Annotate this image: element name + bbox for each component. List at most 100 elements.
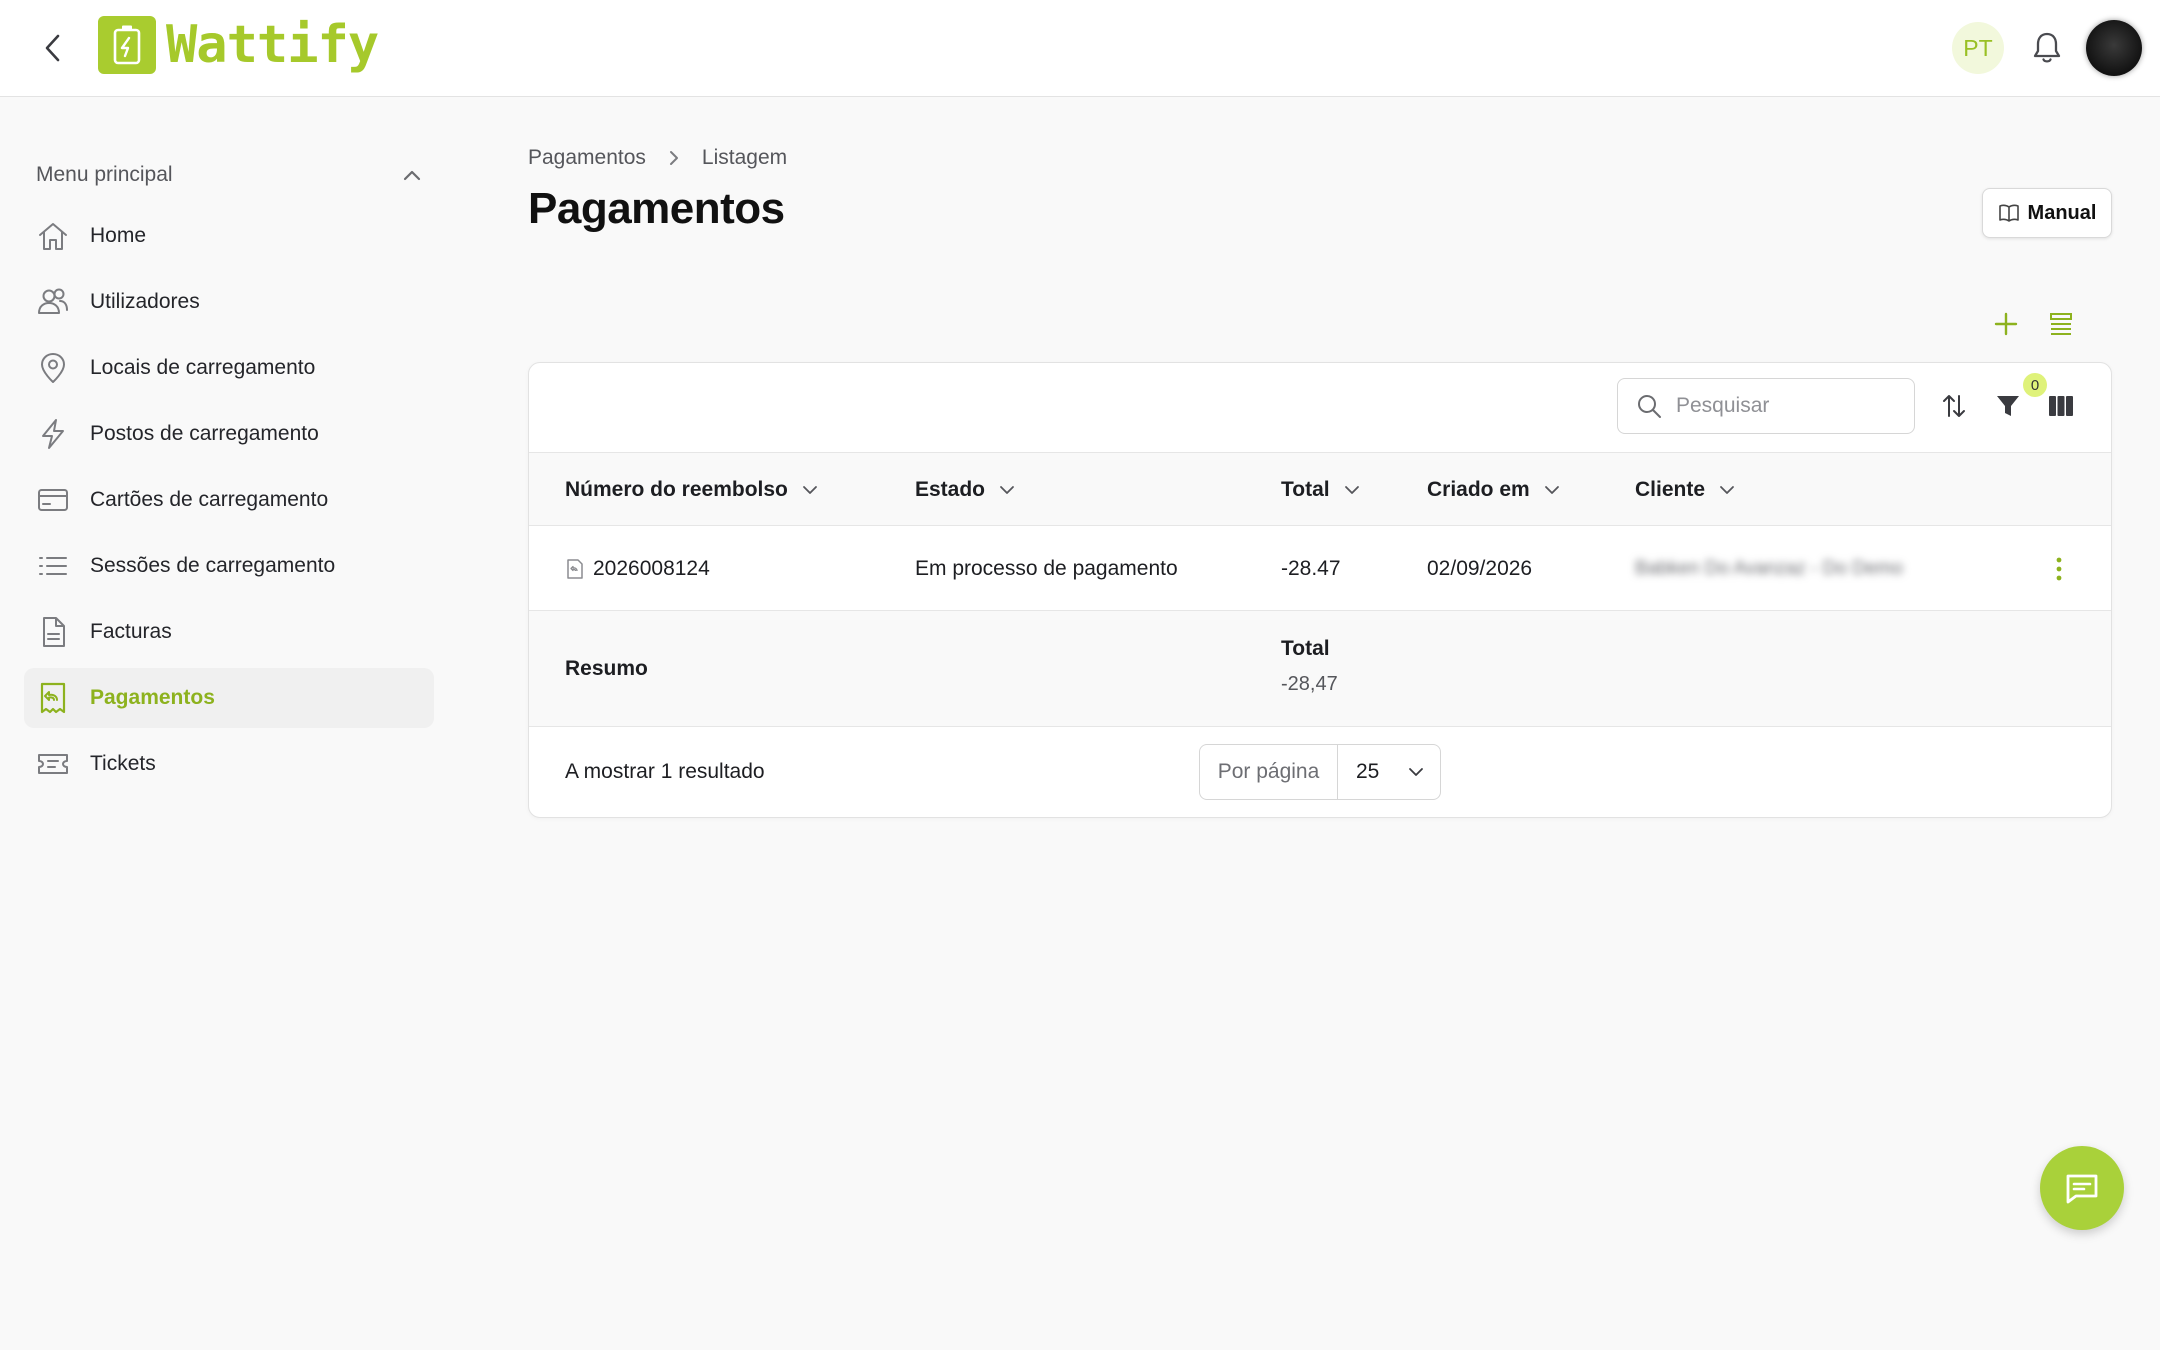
- app-name: Wattify: [166, 15, 379, 75]
- sidebar-item-users[interactable]: Utilizadores: [24, 272, 434, 332]
- back-button[interactable]: [38, 30, 66, 66]
- summary-total-label: Total: [1281, 637, 1330, 660]
- add-button[interactable]: [1990, 308, 2022, 340]
- app-logo[interactable]: Wattify: [98, 15, 379, 75]
- chevron-down-icon: [802, 485, 817, 494]
- summary-label: Resumo: [565, 657, 648, 680]
- column-header-client[interactable]: Cliente: [1635, 453, 1735, 526]
- chat-button[interactable]: [2040, 1146, 2124, 1230]
- sidebar-item-label: Facturas: [90, 620, 172, 643]
- search-box[interactable]: [1617, 378, 1915, 434]
- columns-button[interactable]: [2044, 389, 2078, 423]
- sidebar-item-label: Postos de carregamento: [90, 422, 319, 445]
- column-header-label: Número do reembolso: [565, 477, 788, 501]
- per-page-value[interactable]: 25: [1338, 745, 1440, 799]
- breadcrumb: Pagamentos Listagem: [528, 146, 787, 170]
- chevron-down-icon: [1720, 485, 1734, 494]
- list-icon: [36, 549, 70, 583]
- per-page-label: Por página: [1200, 745, 1338, 799]
- page-title: Pagamentos: [528, 184, 785, 233]
- user-avatar[interactable]: [2086, 20, 2142, 76]
- chevron-down-icon: [1409, 768, 1423, 776]
- sidebar-item-cards[interactable]: Cartões de carregamento: [24, 470, 434, 530]
- chevron-right-icon: [668, 149, 680, 167]
- lightning-icon: [36, 417, 70, 451]
- bell-icon: [2033, 32, 2061, 63]
- table-row[interactable]: 2026008124 Em processo de pagamento -28.…: [529, 526, 2111, 611]
- sidebar-item-label: Cartões de carregamento: [90, 488, 329, 511]
- chevron-down-icon: [1544, 485, 1559, 494]
- ticket-icon: [36, 747, 70, 781]
- summary-total-value: -28,47: [1281, 673, 1338, 695]
- refund-number[interactable]: 2026008124: [593, 557, 710, 581]
- chevron-left-icon: [45, 34, 60, 62]
- cell-status: Em processo de pagamento: [915, 556, 1178, 580]
- summary-row: Resumo Total -28,47: [529, 611, 2111, 727]
- credit-card-icon: [36, 483, 70, 517]
- rows-icon: [2050, 313, 2072, 335]
- column-header-label: Total: [1281, 477, 1330, 501]
- sidebar-item-label: Home: [90, 224, 147, 247]
- column-header-status[interactable]: Estado: [915, 453, 1015, 526]
- sidebar: Menu principal Home Utilizadores Locais …: [24, 150, 434, 794]
- sidebar-item-sessions[interactable]: Sessões de carregamento: [24, 536, 434, 596]
- table-footer: A mostrar 1 resultado Por página 25: [529, 727, 2111, 817]
- column-header-created[interactable]: Criado em: [1427, 453, 1560, 526]
- table-header: Número do reembolso Estado Total Criado …: [529, 453, 2111, 526]
- more-vertical-icon: [2056, 557, 2062, 580]
- search-icon: [1638, 395, 1661, 418]
- sidebar-item-payments[interactable]: Pagamentos: [24, 668, 434, 728]
- sidebar-item-home[interactable]: Home: [24, 206, 434, 266]
- manual-button[interactable]: Manual: [1982, 188, 2112, 238]
- sort-arrows-icon: [1943, 395, 1965, 417]
- cell-number: 2026008124: [565, 526, 710, 611]
- row-actions-button[interactable]: [2055, 526, 2063, 611]
- receipt-refund-icon: [36, 681, 70, 715]
- cell-client[interactable]: Babken Do Avanzaz - Do Demo: [1635, 526, 1903, 611]
- map-pin-icon: [36, 351, 70, 385]
- sidebar-item-label: Pagamentos: [90, 686, 215, 709]
- column-header-label: Cliente: [1635, 477, 1706, 501]
- chevron-down-icon: [1344, 485, 1359, 494]
- cell-total: -28.47: [1281, 556, 1341, 580]
- table-toolbar: 0: [529, 363, 2111, 453]
- sidebar-item-tickets[interactable]: Tickets: [24, 734, 434, 794]
- users-icon: [36, 285, 70, 319]
- chevron-up-icon: [403, 170, 421, 181]
- column-header-number[interactable]: Número do reembolso: [565, 453, 818, 526]
- per-page-select[interactable]: Por página 25: [1199, 744, 1441, 800]
- density-button[interactable]: [2045, 308, 2077, 340]
- sidebar-item-invoices[interactable]: Facturas: [24, 602, 434, 662]
- column-header-label: Estado: [915, 477, 986, 501]
- filter-icon: [1997, 396, 2019, 416]
- sidebar-item-label: Utilizadores: [90, 290, 200, 313]
- columns-icon: [2049, 396, 2073, 416]
- book-icon: [1998, 204, 2019, 222]
- sidebar-item-label: Tickets: [90, 752, 156, 775]
- column-header-total[interactable]: Total: [1281, 453, 1360, 526]
- results-count: A mostrar 1 resultado: [565, 760, 765, 783]
- column-header-label: Criado em: [1427, 477, 1530, 501]
- plus-icon: [1994, 312, 2018, 336]
- sidebar-item-label: Locais de carregamento: [90, 356, 316, 379]
- language-selector[interactable]: PT: [1952, 22, 2004, 74]
- home-icon: [36, 219, 70, 253]
- filter-button[interactable]: [1991, 389, 2025, 423]
- breadcrumb-item: Listagem: [701, 146, 788, 169]
- search-input[interactable]: [1676, 394, 1896, 418]
- breadcrumb-item[interactable]: Pagamentos: [528, 146, 646, 170]
- cell-created: 02/09/2026: [1427, 556, 1533, 580]
- sidebar-item-label: Sessões de carregamento: [90, 554, 336, 577]
- sidebar-item-stations[interactable]: Postos de carregamento: [24, 404, 434, 464]
- notifications-button[interactable]: [2030, 30, 2064, 66]
- chevron-down-icon: [1000, 485, 1014, 494]
- sidebar-item-locations[interactable]: Locais de carregamento: [24, 338, 434, 398]
- menu-section-toggle[interactable]: Menu principal: [24, 150, 434, 200]
- payments-table-card: 0 Número do reembolso Estado Total Criad…: [528, 362, 2112, 818]
- sort-button[interactable]: [1937, 389, 1971, 423]
- menu-section-title: Menu principal: [36, 163, 173, 186]
- top-bar: Wattify PT: [0, 0, 2160, 97]
- chat-bubble-icon: [2066, 1174, 2098, 1204]
- battery-logo-icon: [98, 16, 156, 74]
- manual-button-label: Manual: [2027, 201, 2097, 224]
